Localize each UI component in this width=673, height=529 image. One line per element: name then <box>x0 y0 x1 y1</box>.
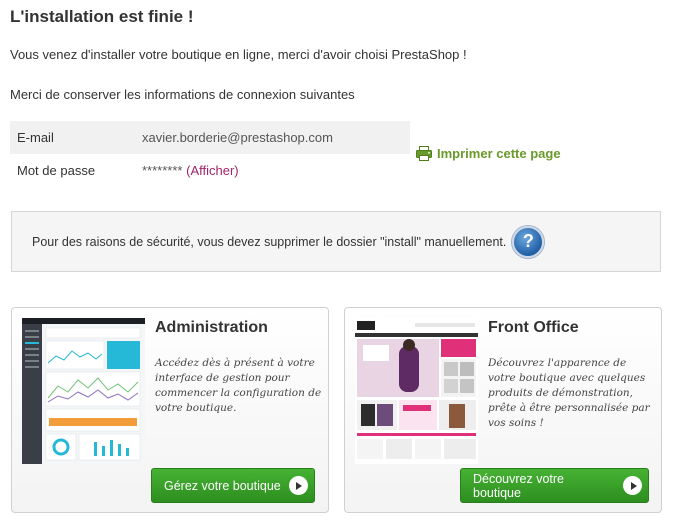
security-warning-box: Pour des raisons de sécurité, vous devez… <box>11 211 661 272</box>
credentials-row-email: E-mail xavier.borderie@prestashop.com <box>10 121 410 154</box>
question-icon[interactable]: ? <box>512 225 545 258</box>
email-value: xavier.borderie@prestashop.com <box>142 130 333 145</box>
show-password-link[interactable]: (Afficher) <box>186 163 239 178</box>
admin-screenshot <box>22 318 145 464</box>
print-page-label: Imprimer cette page <box>437 146 561 161</box>
manage-shop-button[interactable]: Gérez votre boutique <box>151 468 315 503</box>
page-title: L'installation est finie ! <box>10 7 194 26</box>
credentials-row-password: Mot de passe ******** (Afficher) <box>10 154 410 187</box>
front-office-screenshot <box>355 318 478 464</box>
discover-shop-button-label: Découvrez votre boutique <box>473 471 565 500</box>
admin-card-title: Administration <box>155 319 268 336</box>
front-office-card-description: Découvrez l'apparence de votre boutique … <box>488 357 650 429</box>
play-arrow-icon <box>623 476 642 495</box>
email-label: E-mail <box>17 130 54 145</box>
discover-shop-button[interactable]: Découvrez votre boutique <box>460 468 649 503</box>
security-warning-text: Pour des raisons de sécurité, vous devez… <box>32 234 507 249</box>
play-arrow-icon <box>288 476 308 495</box>
password-mask: ******** <box>142 163 183 178</box>
credentials-table: E-mail xavier.borderie@prestashop.com Mo… <box>10 121 410 187</box>
keep-info-text: Merci de conserver les informations de c… <box>10 87 355 102</box>
admin-card-description: Accédez dès à présent à votre interface … <box>155 357 322 414</box>
intro-text: Vous venez d'installer votre boutique en… <box>10 47 467 62</box>
admin-card: Administration Accédez dès à présent à v… <box>11 307 329 513</box>
password-value: ******** (Afficher) <box>142 163 239 178</box>
front-office-card: Front Office Découvrez l'apparence de vo… <box>344 307 662 513</box>
print-page-link[interactable]: Imprimer cette page <box>416 146 561 161</box>
password-label: Mot de passe <box>17 163 96 178</box>
manage-shop-button-label: Gérez votre boutique <box>164 478 281 493</box>
front-office-card-title: Front Office <box>488 319 579 336</box>
printer-icon <box>416 146 432 161</box>
